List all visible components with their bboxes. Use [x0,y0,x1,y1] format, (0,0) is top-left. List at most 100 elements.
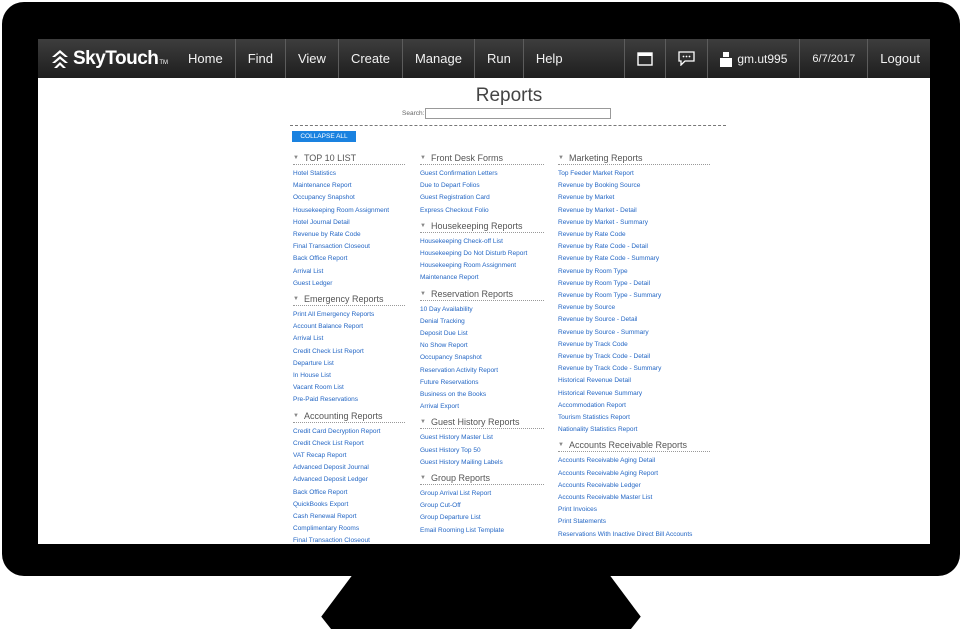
nav-manage[interactable]: Manage [403,39,475,78]
report-link[interactable]: Advanced Deposit Ledger [293,474,405,486]
group-header[interactable]: ▼ Marketing Reports [558,153,710,165]
report-link[interactable]: Accounts Receivable Aging Detail [558,455,710,467]
group-header[interactable]: ▼ Accounts Receivable Reports [558,440,710,453]
report-link[interactable]: Revenue by Rate Code - Detail [558,241,710,253]
report-link[interactable]: Maintenance Report [293,180,405,192]
report-link[interactable]: Housekeeping Do Not Disturb Report [420,248,544,260]
group-header[interactable]: ▼ Guest History Reports [420,417,544,430]
group-header[interactable]: ▼ Front Desk Forms [420,153,544,165]
report-link[interactable]: Guest History Top 50 [420,445,544,457]
report-link[interactable]: Account Balance Report [293,321,405,333]
report-link[interactable]: Advanced Deposit Journal [293,462,405,474]
report-link[interactable]: Final Transaction Closeout [293,241,405,253]
report-link[interactable]: Print All Emergency Reports [293,309,405,321]
caret-down-icon[interactable]: ▼ [293,155,299,161]
report-link[interactable]: Revenue by Source - Detail [558,314,710,326]
report-link[interactable]: Housekeeping Room Assignment [293,205,405,217]
report-link[interactable]: Print Invoices [558,504,710,516]
caret-down-icon[interactable]: ▼ [558,155,564,161]
caret-down-icon[interactable]: ▼ [420,155,426,161]
report-link[interactable]: Cash Renewal Report [293,511,405,523]
nav-run[interactable]: Run [475,39,524,78]
report-link[interactable]: Occupancy Snapshot [420,352,544,364]
report-link[interactable]: Back Office Report [293,253,405,265]
report-link[interactable]: Historical Revenue Detail [558,375,710,387]
report-link[interactable]: Revenue by Room Type - Detail [558,278,710,290]
caret-down-icon[interactable]: ▼ [420,475,426,481]
report-link[interactable]: Accounts Receivable Aging Report [558,468,710,480]
nav-find[interactable]: Find [236,39,286,78]
report-link[interactable]: Credit Check List Report [293,438,405,450]
report-link[interactable]: Revenue by Source [558,302,710,314]
report-link[interactable]: Revenue by Booking Source [558,180,710,192]
report-link[interactable]: Revenue by Market - Detail [558,205,710,217]
brand-logo[interactable]: SkyTouch TM [51,48,176,70]
report-link[interactable]: Email Rooming List Template [420,525,544,537]
report-link[interactable]: Revenue by Rate Code [293,229,405,241]
caret-down-icon[interactable]: ▼ [293,296,299,302]
caret-down-icon[interactable]: ▼ [420,223,426,229]
user-menu[interactable]: gm.ut995 [707,39,799,78]
caret-down-icon[interactable]: ▼ [420,419,426,425]
report-link[interactable]: Final Transaction Closeout [293,535,405,544]
group-header[interactable]: ▼ Reservation Reports [420,289,544,301]
report-link[interactable]: Occupancy Snapshot [293,192,405,204]
report-link[interactable]: Revenue by Rate Code [558,229,710,241]
report-link[interactable]: In House List [293,370,405,382]
report-link[interactable]: Print Statements [558,516,710,528]
report-link[interactable]: Revenue by Track Code - Summary [558,363,710,375]
report-link[interactable]: Maintenance Report [420,272,544,284]
report-link[interactable]: Reservation Activity Report [420,365,544,377]
report-link[interactable]: VAT Recap Report [293,450,405,462]
report-link[interactable]: Group Departure List [420,512,544,524]
report-link[interactable]: Departure List [293,358,405,370]
group-header[interactable]: ▼ Group Reports [420,473,544,486]
report-link[interactable]: Housekeeping Check-off List [420,236,544,248]
report-link[interactable]: Revenue by Room Type - Summary [558,290,710,302]
report-link[interactable]: Historical Revenue Summary [558,388,710,400]
window-button[interactable] [624,39,665,78]
report-link[interactable]: Hotel Journal Detail [293,217,405,229]
group-header[interactable]: ▼ TOP 10 LIST [293,153,405,165]
report-link[interactable]: Guest History Mailing Labels [420,457,544,469]
report-link[interactable]: Vacant Room List [293,382,405,394]
report-link[interactable]: Arrival List [293,333,405,345]
nav-view[interactable]: View [286,39,339,78]
report-link[interactable]: Denial Tracking [420,316,544,328]
report-link[interactable]: Hotel Statistics [293,168,405,180]
report-link[interactable]: No Show Report [420,340,544,352]
report-link[interactable]: Revenue by Source - Summary [558,327,710,339]
report-link[interactable]: Revenue by Market - Summary [558,217,710,229]
report-link[interactable]: Deposit Due List [420,328,544,340]
collapse-all-button[interactable]: COLLAPSE ALL [292,131,356,142]
report-link[interactable]: Reservations With Inactive Direct Bill A… [558,529,710,541]
report-link[interactable]: Due to Depart Folios [420,180,544,192]
nav-help[interactable]: Help [524,39,575,78]
report-link[interactable]: Complimentary Rooms [293,523,405,535]
report-link[interactable]: Revenue by Market [558,192,710,204]
report-link[interactable]: QuickBooks Export [293,499,405,511]
messages-button[interactable] [665,39,707,78]
caret-down-icon[interactable]: ▼ [420,291,426,297]
report-link[interactable]: Revenue by Track Code [558,339,710,351]
report-link[interactable]: Revenue by Room Type [558,266,710,278]
report-link[interactable]: Nationality Statistics Report [558,424,710,436]
report-link[interactable]: Credit Card Decryption Report [293,426,405,438]
group-header[interactable]: ▼ Emergency Reports [293,294,405,307]
report-link[interactable]: Future Reservations [420,377,544,389]
report-link[interactable]: Group Cut-Off [420,500,544,512]
report-link[interactable]: Guest Confirmation Letters [420,168,544,180]
report-link[interactable]: Credit Check List Report [293,346,405,358]
report-link[interactable]: Express Checkout Folio [420,205,544,217]
group-header[interactable]: ▼ Housekeeping Reports [420,221,544,233]
report-link[interactable]: Arrival Export [420,401,544,413]
group-header[interactable]: ▼ Accounting Reports [293,411,405,423]
report-link[interactable]: Guest Registration Card [420,192,544,204]
report-link[interactable]: Top Feeder Market Report [558,168,710,180]
logout-button[interactable]: Logout [867,39,930,78]
report-link[interactable]: 10 Day Availability [420,304,544,316]
nav-home[interactable]: Home [176,39,236,78]
report-link[interactable]: Guest Ledger [293,278,405,290]
nav-create[interactable]: Create [339,39,403,78]
search-input[interactable] [425,108,612,119]
